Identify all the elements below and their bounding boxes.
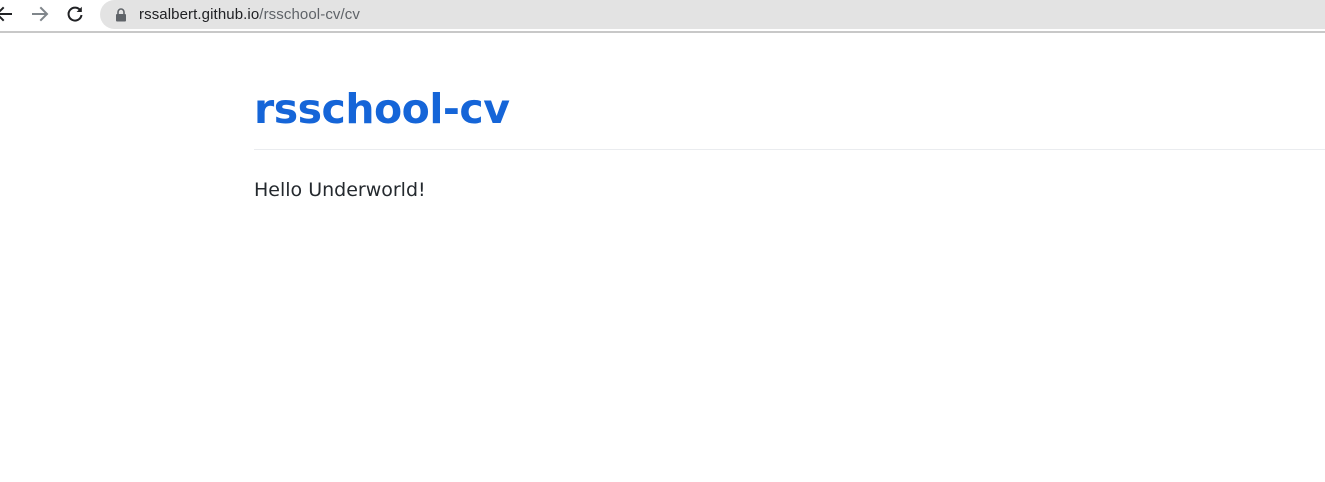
reload-icon	[67, 6, 83, 22]
reload-button[interactable]	[63, 2, 87, 26]
forward-button[interactable]	[28, 2, 52, 26]
body-text: Hello Underworld!	[254, 179, 426, 201]
back-arrow-icon	[0, 6, 12, 22]
back-button[interactable]	[0, 2, 16, 26]
page-title: rsschool-cv	[254, 85, 510, 133]
address-bar[interactable]: rssalbert.github.io/rsschool-cv/cv	[100, 0, 1325, 29]
title-divider	[254, 149, 1325, 150]
page-content: rsschool-cv Hello Underworld!	[0, 35, 1325, 482]
forward-arrow-icon	[32, 6, 49, 22]
browser-toolbar: rssalbert.github.io/rsschool-cv/cv	[0, 0, 1325, 33]
url-text[interactable]: rssalbert.github.io/rsschool-cv/cv	[139, 6, 360, 23]
url-host: rssalbert.github.io	[139, 6, 260, 23]
lock-icon[interactable]	[114, 7, 128, 22]
url-path: /rsschool-cv/cv	[259, 6, 360, 23]
